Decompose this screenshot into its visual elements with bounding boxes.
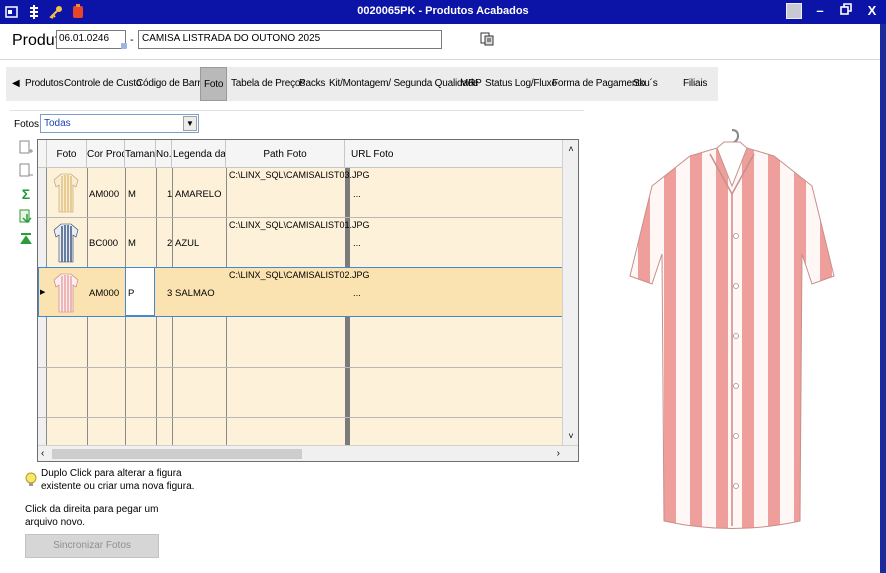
cell-url-foto: ... xyxy=(353,288,361,299)
lightbulb-icon xyxy=(25,472,37,486)
cell-no: 3 xyxy=(167,288,173,299)
title-bar: 0020065PK - Produtos Acabados – X xyxy=(0,0,886,24)
column-header-url-foto[interactable]: URL Foto xyxy=(345,140,563,168)
scroll-left-icon[interactable]: ‹ xyxy=(41,448,44,459)
grid-header-corner xyxy=(38,140,47,168)
cell-legenda: SALMAO xyxy=(175,288,215,299)
sum-icon[interactable]: Σ xyxy=(18,186,34,202)
tab-produtos[interactable]: Produtos xyxy=(25,78,64,89)
lookup-icon[interactable] xyxy=(121,43,127,49)
tab-mrp[interactable]: MRP xyxy=(460,78,482,89)
cell-cor-produto: AM000 xyxy=(89,189,120,200)
shirt-thumbnail xyxy=(53,273,79,313)
column-header-legenda[interactable]: Legenda da Foto xyxy=(172,140,226,168)
cell-path-foto: C:\LINX_SQL\CAMISALIST02.JPG xyxy=(229,270,370,280)
cell-cor-produto: BC000 xyxy=(89,238,119,249)
cell-legenda: AMARELO xyxy=(175,189,222,200)
horizontal-scrollbar[interactable]: ‹ › xyxy=(38,445,578,461)
window-frame-edge xyxy=(880,24,886,573)
user-icon[interactable] xyxy=(786,3,802,19)
filter-icon[interactable] xyxy=(18,232,34,248)
divider xyxy=(10,110,584,111)
table-row[interactable]: BC000 M 2 AZUL C:\LINX_SQL\CAMISALIST01.… xyxy=(38,218,563,268)
product-code-field[interactable]: 06.01.0246 xyxy=(56,30,126,49)
close-icon[interactable]: X xyxy=(864,3,880,19)
sync-photos-button[interactable]: Sincronizar Fotos xyxy=(25,534,159,558)
cell-url-foto: ... xyxy=(353,189,361,200)
delete-row-icon[interactable] xyxy=(18,163,34,179)
fotos-filter-value: Todas xyxy=(44,118,71,129)
fotos-filter-label: Fotos: xyxy=(14,119,42,130)
minimize-icon[interactable]: – xyxy=(812,3,828,19)
cell-editor[interactable]: P xyxy=(125,267,155,316)
column-header-cor-produto[interactable]: Cor Produto xyxy=(87,140,125,168)
tab-foto[interactable]: Foto xyxy=(200,67,228,101)
cell-tamanho: M xyxy=(128,238,136,249)
chevron-down-icon[interactable]: ▼ xyxy=(183,116,197,131)
column-header-tamanho[interactable]: Tamanho xyxy=(125,140,156,168)
table-row-selected[interactable]: ▶ AM000 P 3 SALMAO C:\LINX_SQL\CAMISALIS… xyxy=(38,267,563,317)
cell-url-foto: ... xyxy=(353,238,361,249)
copy-icon[interactable] xyxy=(480,32,494,46)
scroll-right-icon[interactable]: › xyxy=(557,448,560,459)
tab-packs[interactable]: Packs xyxy=(299,78,325,89)
product-header: Produto 06.01.0246 - CAMISA LISTRADA DO … xyxy=(0,24,886,60)
tab-controle-de-custo[interactable]: Controle de Custo xyxy=(64,78,141,89)
column-header-foto[interactable]: Foto xyxy=(47,140,87,168)
table-row[interactable]: AM000 M 1 AMARELO C:\LINX_SQL\CAMISALIST… xyxy=(38,168,563,218)
scroll-up-icon[interactable]: ˄ xyxy=(563,144,579,154)
photos-grid: Foto Cor Produto Tamanho No. Legenda da … xyxy=(37,139,579,462)
add-row-icon[interactable] xyxy=(18,140,34,156)
cell-no: 2 xyxy=(167,238,173,249)
column-header-path-foto[interactable]: Path Foto xyxy=(226,140,345,168)
scrollbar-thumb[interactable] xyxy=(52,449,302,459)
product-description-field[interactable]: CAMISA LISTRADA DO OUTONO 2025 xyxy=(138,30,442,49)
cell-legenda: AZUL xyxy=(175,238,200,249)
cell-no: 1 xyxy=(167,189,173,200)
tab-tabela-de-precos[interactable]: Tabela de Preços xyxy=(231,78,305,89)
tab-forma-de-pagamento[interactable]: Forma de Pagamento xyxy=(552,78,645,89)
grid-toolbar: Σ xyxy=(18,140,38,255)
vertical-scrollbar[interactable]: ˄ ˅ xyxy=(562,140,578,445)
cell-tamanho[interactable]: P xyxy=(128,288,134,299)
double-click-hint: Duplo Click para alterar a figura existe… xyxy=(41,468,195,492)
grid-body: AM000 M 1 AMARELO C:\LINX_SQL\CAMISALIST… xyxy=(38,168,563,445)
tab-kit-montagem[interactable]: Kit/Montagem/ Segunda Qualidade xyxy=(329,78,479,89)
row-divider xyxy=(38,367,563,368)
row-divider xyxy=(38,417,563,418)
shirt-thumbnail xyxy=(53,223,79,263)
right-click-hint: Click da direita para pegar um arquivo n… xyxy=(25,504,159,528)
tab-filiais[interactable]: Filiais xyxy=(683,78,707,89)
tab-bar: ◀ Produtos Controle de Custo Código de B… xyxy=(6,67,718,101)
export-icon[interactable] xyxy=(18,209,34,225)
shirt-thumbnail xyxy=(53,173,79,213)
column-header-no[interactable]: No. xyxy=(156,140,172,168)
window-title: 0020065PK - Produtos Acabados xyxy=(357,5,529,17)
cell-cor-produto: AM000 xyxy=(89,288,120,299)
tab-status-log-fluxo[interactable]: Status Log/Fluxo xyxy=(485,78,557,89)
separator-dash: - xyxy=(130,34,134,46)
tab-scroll-left-icon[interactable]: ◀ xyxy=(12,78,20,89)
cell-path-foto: C:\LINX_SQL\CAMISALIST03.JPG xyxy=(229,170,370,180)
product-photo-preview xyxy=(629,129,835,529)
scroll-down-icon[interactable]: ˅ xyxy=(563,431,579,441)
cell-path-foto: C:\LINX_SQL\CAMISALIST01.JPG xyxy=(229,220,370,230)
fotos-filter-select[interactable]: Todas ▼ xyxy=(40,114,199,133)
tab-skus[interactable]: Sku´s xyxy=(633,78,658,89)
current-row-icon: ▶ xyxy=(40,289,46,296)
cell-tamanho: M xyxy=(128,189,136,200)
grid-header: Foto Cor Produto Tamanho No. Legenda da … xyxy=(38,140,563,168)
restore-icon[interactable] xyxy=(838,3,854,19)
